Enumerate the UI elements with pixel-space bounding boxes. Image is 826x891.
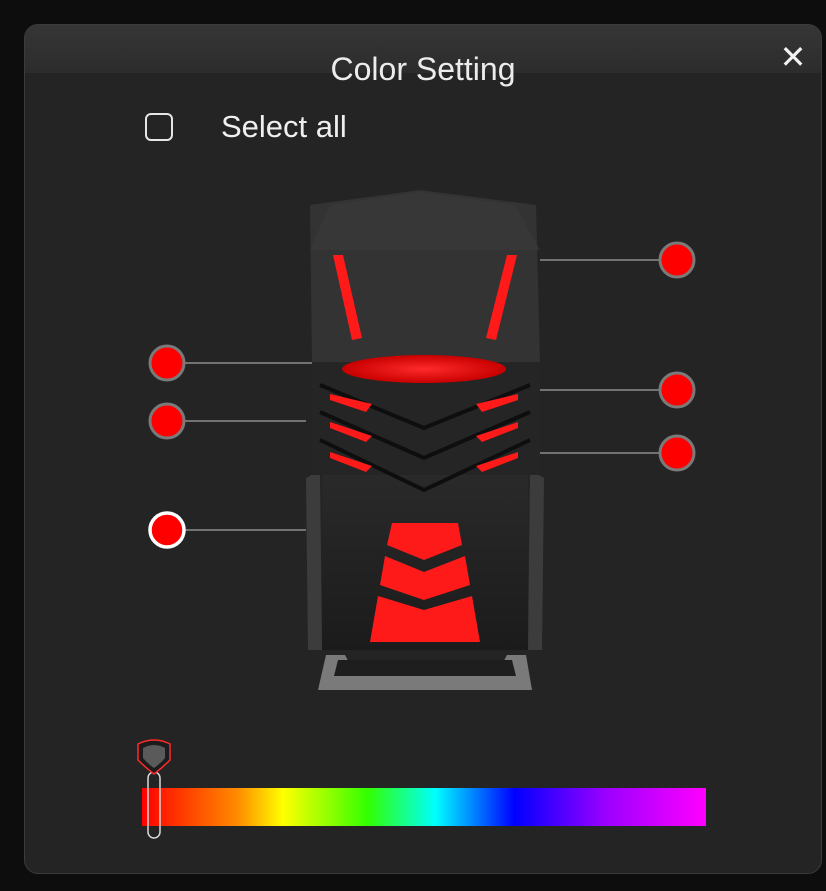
zone-selector-left-3[interactable] bbox=[148, 511, 186, 549]
device-illustration-canvas bbox=[137, 190, 706, 839]
light-oval-center bbox=[342, 355, 506, 383]
zone-selector-right-2[interactable] bbox=[658, 434, 696, 472]
zone-selector-top-right[interactable] bbox=[658, 241, 696, 279]
zone-selector-right-1[interactable] bbox=[658, 371, 696, 409]
case-right-side-panel bbox=[528, 470, 544, 650]
case-left-side-panel bbox=[306, 470, 322, 650]
color-spectrum-bar[interactable] bbox=[142, 788, 706, 826]
zone-selector-left-2[interactable] bbox=[148, 402, 186, 440]
pc-case-illustration bbox=[306, 190, 544, 690]
case-base-recess bbox=[334, 660, 516, 676]
zone-selector-left-1[interactable] bbox=[148, 344, 186, 382]
